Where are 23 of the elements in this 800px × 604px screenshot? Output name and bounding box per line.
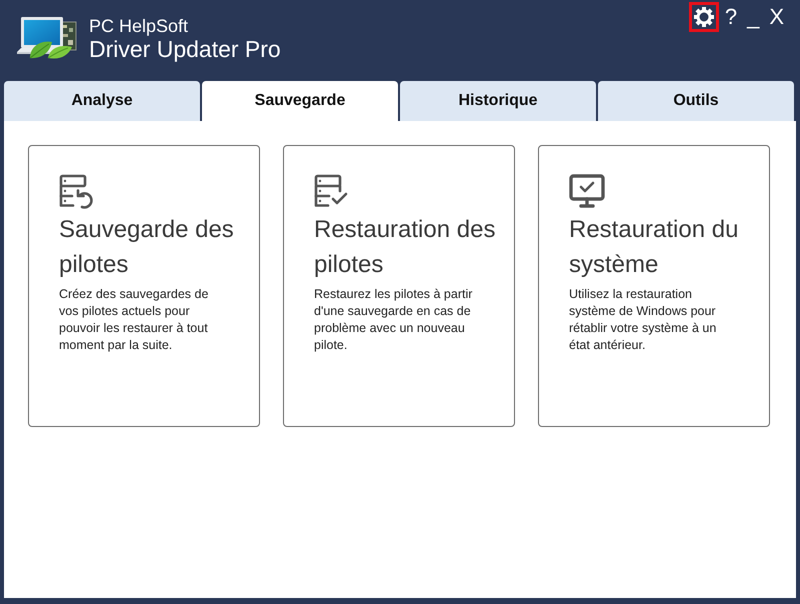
card-title: Restauration du système xyxy=(569,215,740,280)
monitor-check-icon xyxy=(569,174,605,210)
vendor-name: PC HelpSoft xyxy=(89,16,190,36)
card-title: Restauration des pilotes xyxy=(314,215,496,280)
tab[interactable]: Analyse xyxy=(4,81,200,121)
product-name: Driver Updater Pro xyxy=(89,36,281,62)
action-card[interactable]: Sauvegarde des pilotes Créez des sauvegardes de vos pilotes actuels pour pouvoir les restaurer à tout moment par la suite. xyxy=(28,145,260,427)
action-card[interactable]: Restauration du système Utilisez la restauration système de Windows pour rétablir votre système à un état antérieur. xyxy=(538,145,770,427)
minimize-button[interactable]: _ xyxy=(743,2,764,32)
action-card[interactable]: Restauration des pilotes Restaurez les pilotes à partir d'une sauvegarde en cas de problème avec un nouveau pilote. xyxy=(283,145,515,427)
card-description: Restaurez les pilotes à partir d'une sauvegarde en cas de problème avec un nouveau pilote. xyxy=(314,286,474,354)
settings-button[interactable] xyxy=(688,2,719,32)
tab[interactable]: Outils xyxy=(598,81,794,121)
settings-icon xyxy=(694,7,714,27)
card-description: Utilisez la restauration système de Windows pour rétablir votre système à un état antérieur. xyxy=(569,286,718,354)
card-description: Créez des sauvegardes de vos pilotes actuels pour pouvoir les restaurer à tout moment par la suite. xyxy=(59,286,210,354)
tab[interactable]: Sauvegarde xyxy=(202,81,398,121)
help-button[interactable]: ? xyxy=(720,2,742,32)
server-check-icon xyxy=(314,174,350,210)
server-undo-icon xyxy=(59,174,95,210)
card-title: Sauvegarde des pilotes xyxy=(59,215,235,280)
tab[interactable]: Historique xyxy=(400,81,596,121)
close-button[interactable]: X xyxy=(765,2,788,32)
